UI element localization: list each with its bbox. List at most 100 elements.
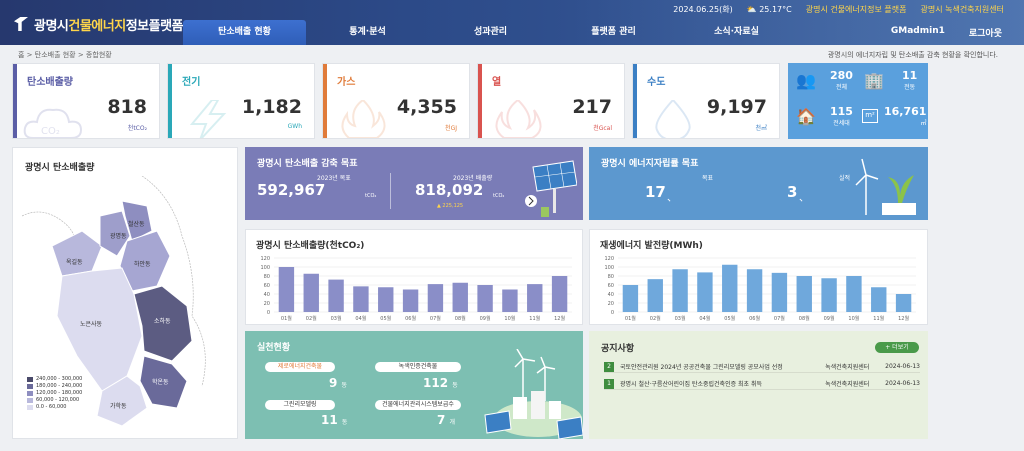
platform-logo[interactable]: 광명시 건물에너지 정보플랫폼 xyxy=(14,14,184,34)
district-noonsa[interactable] xyxy=(56,267,143,392)
practice-number: 11 xyxy=(321,413,338,427)
practice-value: 9 동 xyxy=(329,376,347,390)
renewable-bar-chart[interactable]: 0 20 40 60 80 100 120 01월 02월 03월 04월 05월 06월 07월 08월 0… xyxy=(594,254,924,324)
y-tick-label: 20 xyxy=(264,301,270,307)
legend-item: 240,000 - 300,000 xyxy=(27,376,82,382)
card-title: 열 xyxy=(492,77,502,88)
nav-item-stats[interactable]: 통계·분석 xyxy=(306,20,429,45)
stat-a: 280 전체 xyxy=(830,69,853,91)
chart-bar xyxy=(502,289,518,312)
legend-label: 180,000 - 240,000 xyxy=(36,383,83,389)
card-value: 818 xyxy=(107,96,147,118)
district-okgil[interactable] xyxy=(51,230,103,277)
stat-b-label: 전동 xyxy=(904,84,916,91)
card-unit: 천Gcal xyxy=(593,125,612,132)
practice-unit: 동 xyxy=(341,419,348,426)
y-tick-label: 0 xyxy=(611,310,614,316)
card-heat[interactable]: 열 217 천Gcal xyxy=(477,63,625,139)
district-label: 옥길동 xyxy=(66,258,83,266)
notice-text: 국토안전관리원 2024년 공공건축물 그린리모델링 공모사업 선정 xyxy=(620,364,783,371)
lightning-icon xyxy=(189,100,227,138)
building-stats-box: 👥 280 전체 🏢 11 전동 🏠 115 전세대 m² 16,761 ㎡ xyxy=(788,63,928,139)
x-tick-label: 02월 xyxy=(650,315,661,322)
x-tick-label: 11월 xyxy=(873,315,884,322)
practice-number: 112 xyxy=(423,376,449,390)
notice-number: 1 xyxy=(604,378,614,389)
stat-c-label: 전세대 xyxy=(833,120,850,127)
date-text: 2024.06.25(화) xyxy=(673,4,733,14)
practice-unit: 동 xyxy=(452,382,458,389)
card-unit: 천㎥ xyxy=(755,125,767,132)
carbon-chart-panel: 광명시 탄소배출량(천tCO₂) 0 20 40 60 80 100 120 01월 02월 03… xyxy=(245,229,583,325)
district-label: 학온동 xyxy=(152,378,169,386)
district-label: 하안동 xyxy=(134,260,151,268)
logout-button[interactable]: 로그아웃 xyxy=(969,26,1002,39)
x-tick-label: 07월 xyxy=(774,315,785,322)
goal-unit-mark: 、 xyxy=(667,193,677,204)
y-tick-label: 120 xyxy=(260,256,270,262)
practice-label: 녹색인증건축물 xyxy=(375,362,461,372)
chart2-title: 재생에너지 발전량(MWh) xyxy=(600,241,703,251)
page-description: 광명시의 에너지자립 및 탄소배출 감축 현황을 확인합니다. xyxy=(827,51,998,59)
chart-bar xyxy=(551,276,568,312)
x-tick-label: 06월 xyxy=(749,315,760,322)
y-tick-label: 100 xyxy=(260,265,270,271)
chart-bar xyxy=(353,286,369,312)
card-water[interactable]: 수도 9,197 천㎥ xyxy=(632,63,780,139)
map-panel: 광명시 탄소배출량 광명동 철산동 하안동 소하동 학온동 노은사동 가학동 옥… xyxy=(12,147,238,439)
solar-panel-icon xyxy=(525,160,577,217)
stat-d-label: ㎡ xyxy=(920,120,927,127)
card-unit: GWh xyxy=(287,123,302,130)
legend-swatch xyxy=(27,397,33,403)
chart-bar xyxy=(846,276,862,312)
logo-icon xyxy=(14,17,28,31)
y-tick-label: 60 xyxy=(264,283,270,289)
nav-item-news[interactable]: 소식·자료실 xyxy=(675,20,798,45)
y-tick-label: 80 xyxy=(608,274,614,280)
practice-label: 그린리모델링 xyxy=(265,400,335,410)
card-gas[interactable]: 가스 4,355 천GJ xyxy=(322,63,470,139)
goal-value: 17 xyxy=(645,183,666,201)
x-tick-label: 02월 xyxy=(306,315,317,322)
district-label: 철산동 xyxy=(128,220,145,228)
carbon-bar-chart[interactable]: 0 20 40 60 80 100 120 01월 02월 03월 04월 05월 06월 07월 08월 0… xyxy=(250,254,580,324)
x-tick-label: 08월 xyxy=(455,315,466,322)
stat-d-value: 16,761 xyxy=(884,105,927,118)
legend-item: 60,000 - 120,000 xyxy=(27,397,82,403)
chart-bar xyxy=(697,272,713,312)
center-link[interactable]: 광명시 녹색건축지원센터 xyxy=(920,4,1004,15)
svg-text:CO₂: CO₂ xyxy=(41,126,60,137)
district-label: 가학동 xyxy=(110,402,127,410)
practice-label: 건물에너지관리시스템보급수 xyxy=(375,400,461,410)
platform-link[interactable]: 광명시 건물에너지정보 플랫폼 xyxy=(806,4,907,15)
x-tick-label: 09월 xyxy=(824,315,835,322)
legend-item: 0.0 - 60,000 xyxy=(27,404,82,410)
card-accent xyxy=(13,64,17,138)
card-electricity[interactable]: 전기 1,182 GWh xyxy=(167,63,315,139)
card-carbon[interactable]: 탄소배출량 CO₂ 818 천tCO₂ xyxy=(12,63,160,139)
x-tick-label: 05월 xyxy=(724,315,735,322)
y-tick-label: 20 xyxy=(608,301,614,307)
user-name[interactable]: GMadmin1 xyxy=(891,26,945,39)
x-tick-label: 08월 xyxy=(799,315,810,322)
stat-a-label: 전체 xyxy=(835,84,847,91)
legend-label: 60,000 - 120,000 xyxy=(36,397,80,403)
reduction-panel: 광명시 탄소배출 감축 목표 2023년 목표 592,967 tCO₂ 202… xyxy=(245,147,583,220)
card-unit: 천tCO₂ xyxy=(127,125,147,132)
x-tick-label: 04월 xyxy=(699,315,710,322)
notice-row[interactable]: 1 광명시 철산·구름산어린이집 탄소중립건축인증 최초 취득 녹색건축지원센터… xyxy=(604,378,920,390)
x-tick-label: 07월 xyxy=(430,315,441,322)
nav-item-platform[interactable]: 플랫폼 관리 xyxy=(552,20,675,45)
notice-row[interactable]: 2 국토안전관리원 2024년 공공건축물 그린리모델링 공모사업 선정 녹색건… xyxy=(604,361,920,373)
more-button[interactable]: + 더보기 xyxy=(875,342,919,353)
nav-item-carbon[interactable]: 탄소배출 현황 xyxy=(183,20,306,45)
chart-bar xyxy=(328,279,344,312)
actual-value: 818,092 xyxy=(415,181,484,199)
y-tick-label: 40 xyxy=(264,292,270,298)
practice-number: 9 xyxy=(329,376,338,390)
card-accent xyxy=(323,64,327,138)
card-accent xyxy=(168,64,172,138)
temperature-text: 25.17°C xyxy=(759,4,792,14)
nav-item-performance[interactable]: 성과관리 xyxy=(429,20,552,45)
logo-text-highlight: 건물에너지 xyxy=(68,18,126,34)
